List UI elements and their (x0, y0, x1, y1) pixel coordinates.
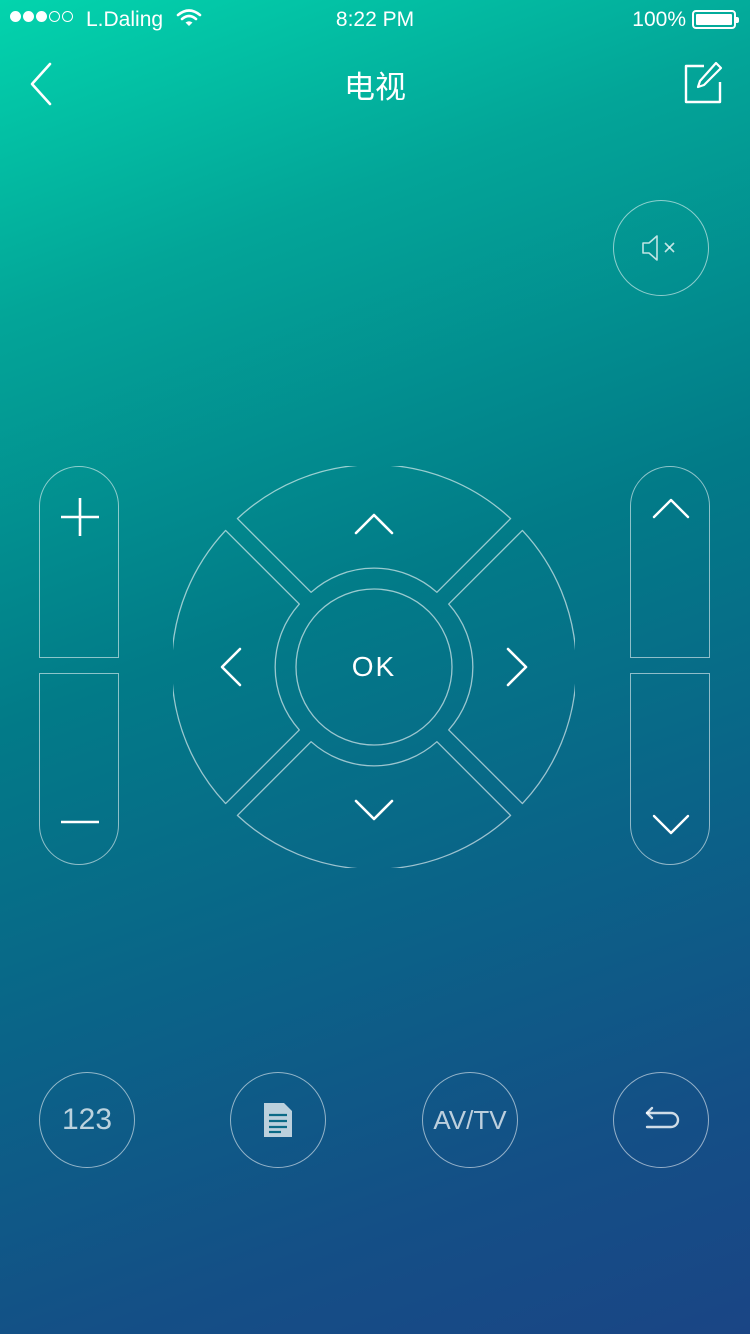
mute-icon (642, 235, 675, 261)
edit-button[interactable] (680, 60, 724, 108)
battery-icon (692, 10, 739, 29)
page-title: 电视 (344, 70, 406, 106)
plus-icon (61, 498, 99, 536)
dpad-right-icon (506, 647, 528, 687)
dpad-down-icon (354, 799, 394, 821)
return-icon (645, 1106, 680, 1129)
volume-up-button[interactable] (39, 466, 119, 658)
dpad-left-icon (220, 647, 242, 687)
channel-up-button[interactable] (630, 466, 710, 658)
volume-down-button[interactable] (39, 673, 119, 865)
ok-button[interactable]: OK (296, 589, 452, 745)
dpad-left-button[interactable] (173, 529, 300, 805)
dpad-right-button[interactable] (448, 529, 575, 805)
number-pad-button[interactable]: 123 (39, 1072, 135, 1168)
dpad-up-button[interactable] (236, 466, 512, 593)
chevron-down-icon (652, 814, 690, 835)
source-label: AV/TV (433, 1104, 507, 1135)
mute-button[interactable] (613, 200, 709, 296)
channel-down-button[interactable] (630, 673, 710, 865)
source-button[interactable]: AV/TV (422, 1072, 518, 1168)
menu-button[interactable] (230, 1072, 326, 1168)
minus-icon (61, 820, 99, 824)
chevron-up-icon (652, 498, 690, 519)
dpad-up-icon (354, 513, 394, 535)
edit-icon (684, 61, 723, 104)
document-icon (264, 1103, 292, 1137)
battery-percent: 100% (632, 8, 686, 31)
status-bar: L.Daling 8:22 PM 100% (0, 0, 750, 40)
return-button[interactable] (613, 1072, 709, 1168)
number-pad-label: 123 (61, 1103, 113, 1136)
dpad-down-button[interactable] (236, 741, 512, 868)
